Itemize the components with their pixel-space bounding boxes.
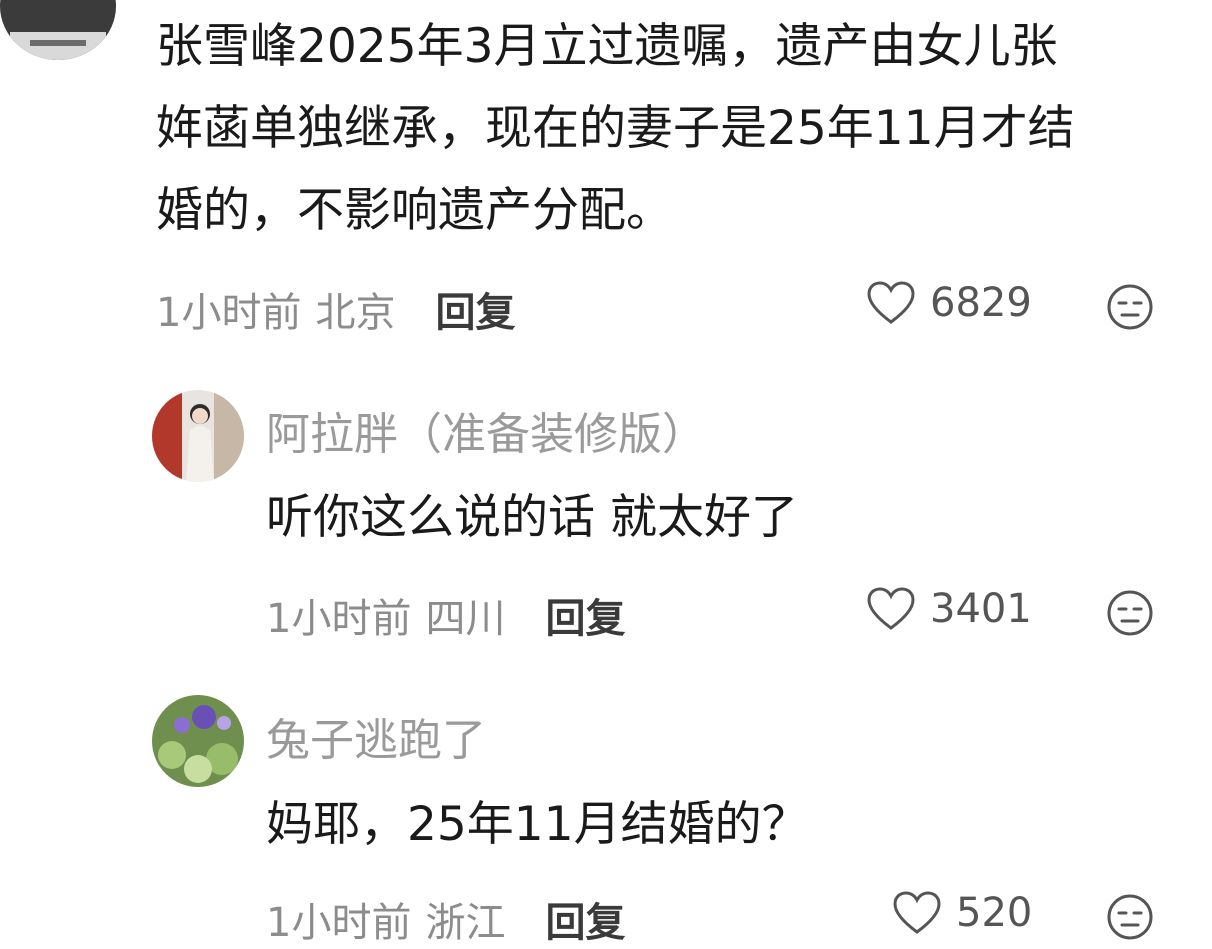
- reply-body: 妈耶，25年11月结婚的？: [266, 797, 809, 852]
- reply-meta: 1小时前 四川 回复: [266, 586, 625, 644]
- reply-button[interactable]: 回复: [435, 280, 515, 338]
- reply-button[interactable]: 回复: [545, 890, 625, 948]
- comment-location: 北京: [315, 290, 396, 336]
- comment-thread: 张雪峰2025年3月立过遗嘱，遗产由女儿张 姩菡单独继承，现在的妻子是25年11…: [0, 0, 1212, 949]
- like-count: 520: [956, 890, 1033, 936]
- reply-meta: 1小时前 浙江 回复: [266, 890, 625, 948]
- like-button[interactable]: 3401: [866, 586, 1032, 632]
- like-count: 6829: [930, 280, 1032, 326]
- comment-time: 1小时前: [156, 290, 302, 336]
- like-button[interactable]: 520: [892, 890, 1032, 936]
- dislike-button[interactable]: [1106, 283, 1154, 331]
- reply-button[interactable]: 回复: [545, 586, 625, 644]
- dislike-button[interactable]: [1106, 589, 1154, 637]
- commenter-avatar[interactable]: [0, 0, 116, 60]
- comment-line: 姩菡单独继承，现在的妻子是25年11月才结: [156, 101, 1075, 156]
- like-count: 3401: [930, 586, 1032, 632]
- reply-location: 浙江: [425, 900, 506, 946]
- reply-username[interactable]: 兔子逃跑了: [266, 704, 486, 768]
- heart-outline-icon: [866, 280, 916, 326]
- unamused-face-icon: [1107, 284, 1153, 330]
- reply-avatar[interactable]: [152, 695, 244, 787]
- like-button[interactable]: 6829: [866, 280, 1032, 326]
- unamused-face-icon: [1107, 590, 1153, 636]
- comment-meta: 1小时前 北京 回复: [156, 280, 515, 338]
- reply-location: 四川: [425, 596, 506, 642]
- heart-outline-icon: [892, 890, 942, 936]
- dislike-button[interactable]: [1106, 893, 1154, 941]
- reply-time: 1小时前: [266, 900, 412, 946]
- reply-username[interactable]: 阿拉胖（准备装修版）: [266, 398, 706, 462]
- reply-avatar[interactable]: [152, 390, 244, 482]
- comment-body: 张雪峰2025年3月立过遗嘱，遗产由女儿张 姩菡单独继承，现在的妻子是25年11…: [156, 6, 1196, 252]
- reply-time: 1小时前: [266, 596, 412, 642]
- unamused-face-icon: [1107, 894, 1153, 940]
- reply-body: 听你这么说的话 就太好了: [266, 490, 798, 545]
- heart-outline-icon: [866, 586, 916, 632]
- comment-line: 婚的，不影响遗产分配。: [156, 183, 673, 238]
- comment-line: 张雪峰2025年3月立过遗嘱，遗产由女儿张: [156, 19, 1058, 74]
